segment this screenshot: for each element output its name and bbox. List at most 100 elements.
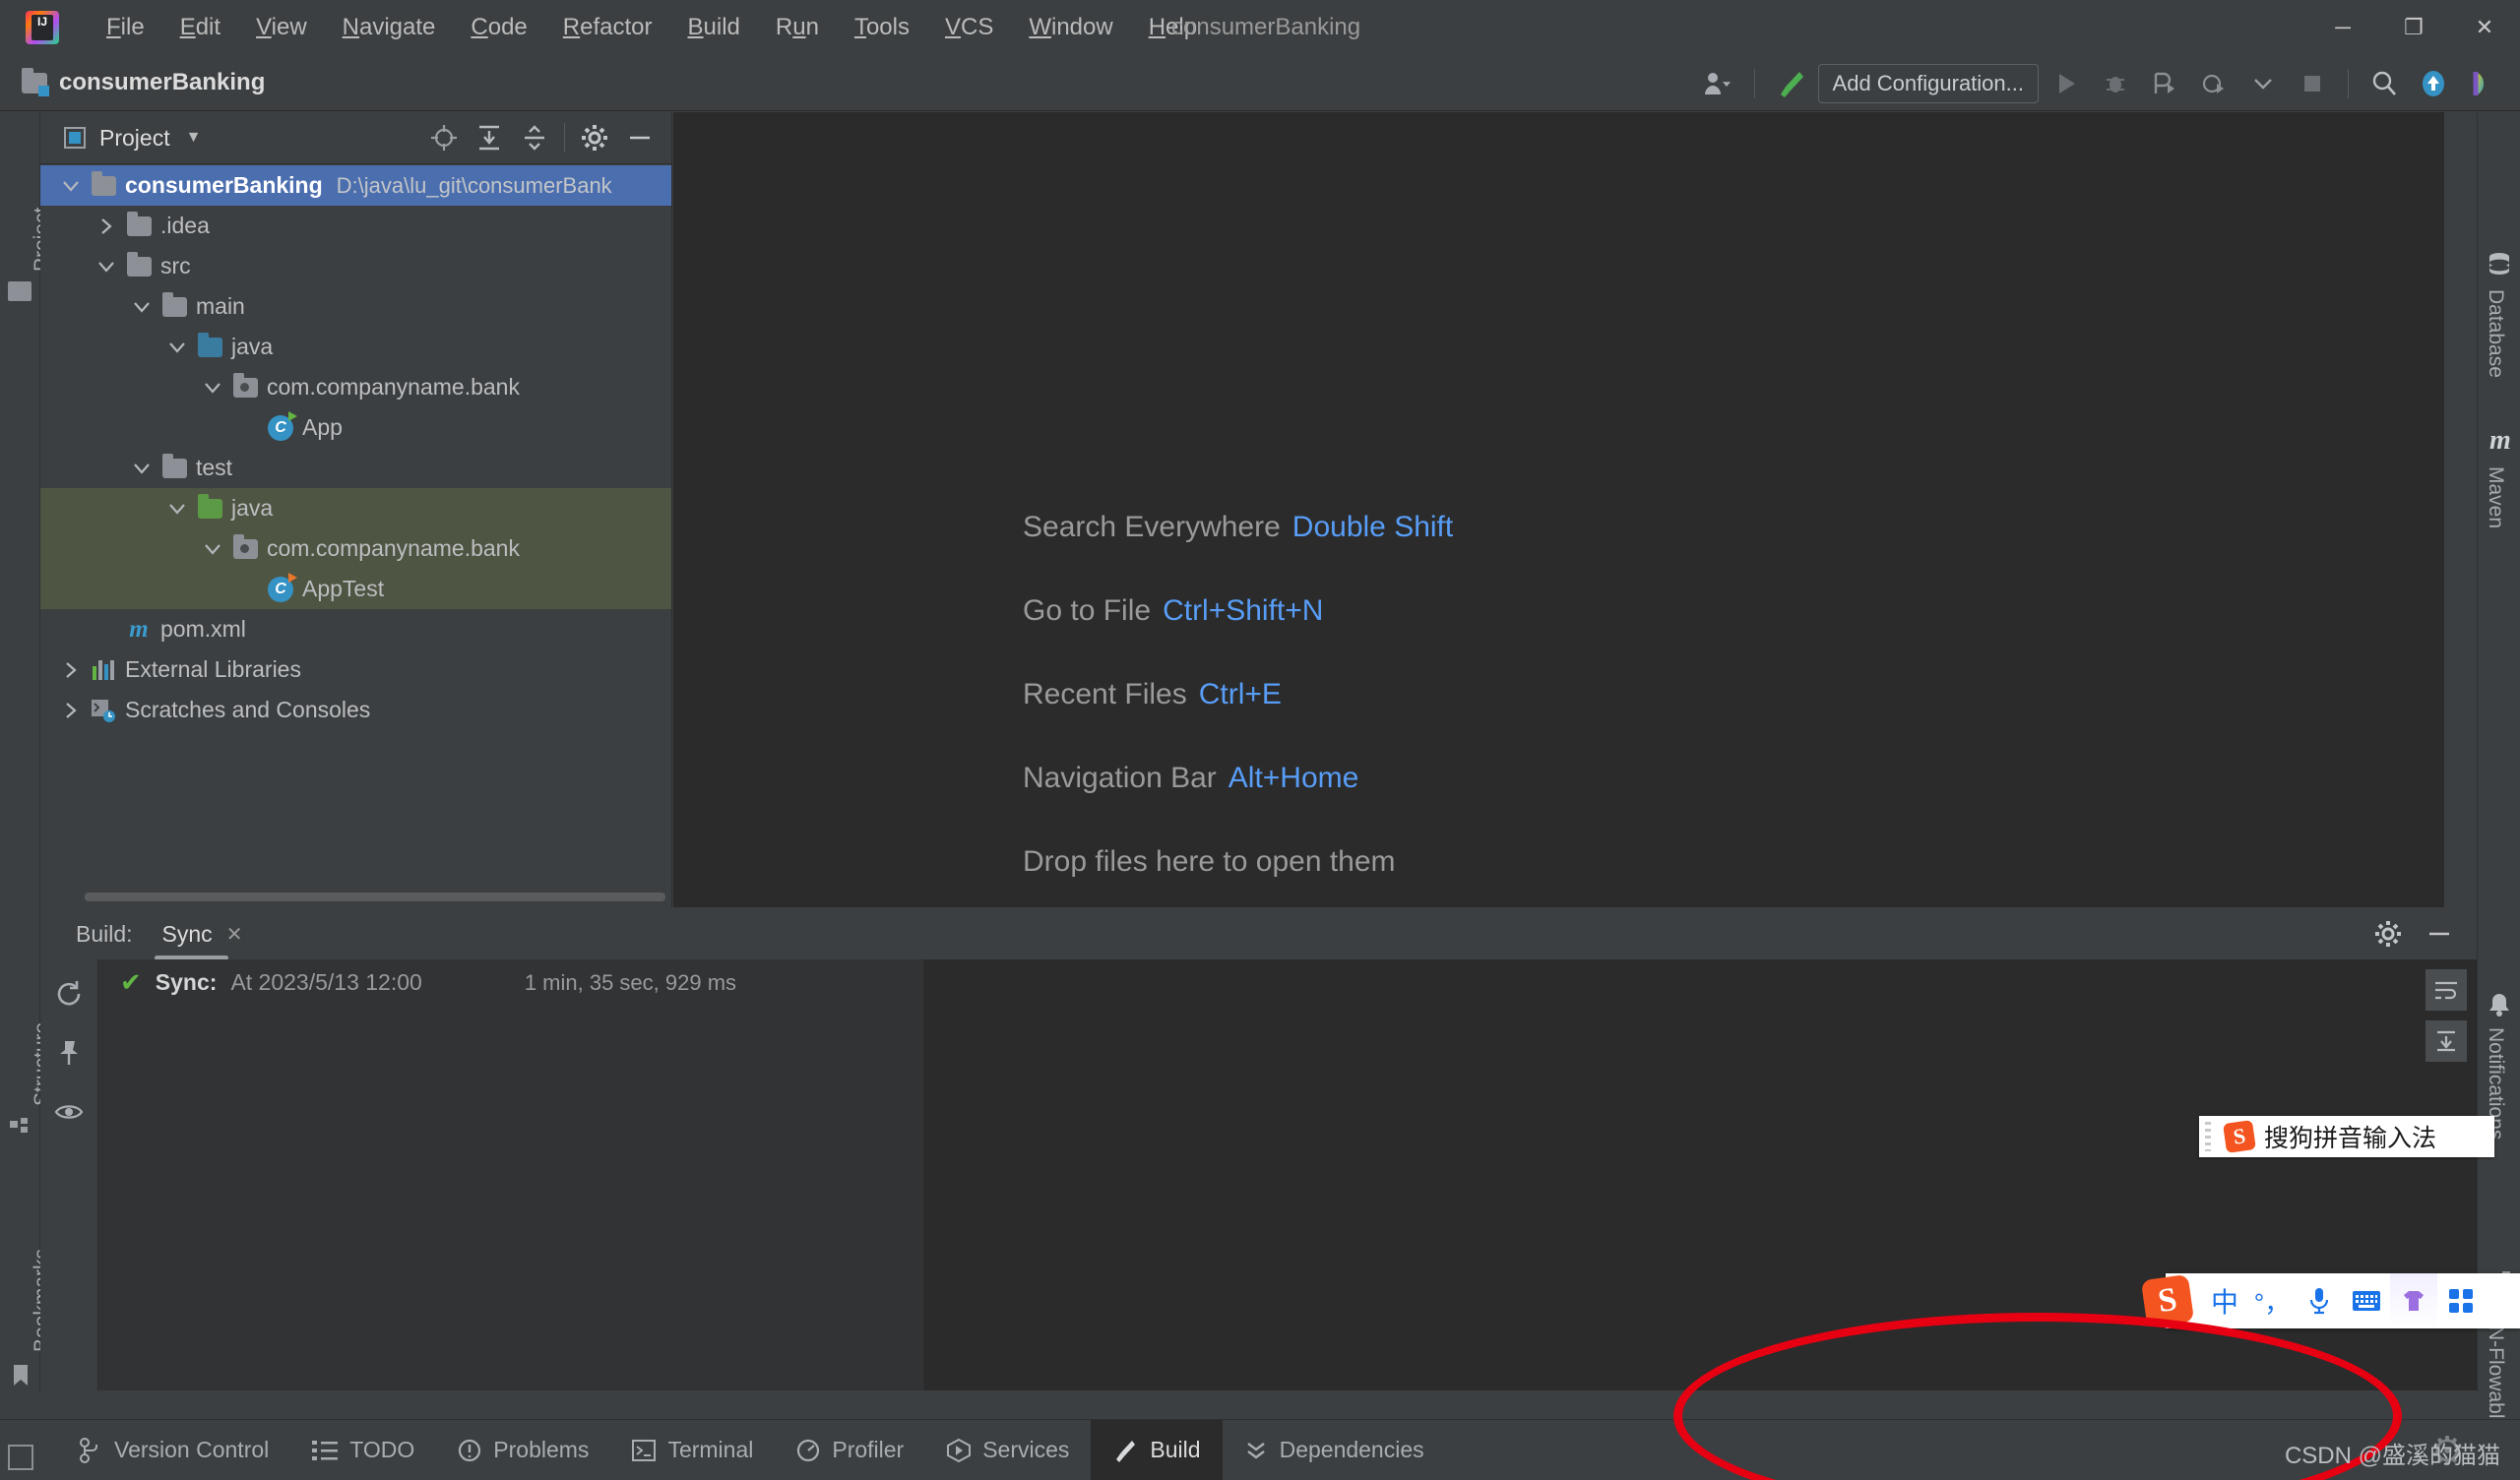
status-bar-item-services[interactable]: Services bbox=[925, 1420, 1091, 1480]
tree-node-main[interactable]: main bbox=[40, 286, 671, 327]
editor-area[interactable]: Search Everywhere Double Shift Go to File C… bbox=[673, 112, 2444, 907]
profile-icon[interactable] bbox=[2192, 62, 2236, 105]
update-project-icon[interactable] bbox=[2412, 62, 2455, 105]
project-icon bbox=[8, 281, 32, 301]
menu-item-edit[interactable]: Edit bbox=[162, 10, 238, 45]
bell-icon bbox=[2488, 992, 2511, 1022]
maximize-button[interactable]: ❐ bbox=[2378, 0, 2449, 54]
menu-item-refactor[interactable]: Refactor bbox=[545, 10, 670, 45]
tree-node-scratches-and-consoles[interactable]: Scratches and Consoles bbox=[40, 690, 671, 730]
build-tab-sync[interactable]: Sync ✕ bbox=[154, 921, 243, 960]
navigation-bar-project[interactable]: consumerBanking bbox=[22, 67, 265, 96]
user-dropdown-icon[interactable] bbox=[1697, 62, 1740, 105]
sogou-logo-icon[interactable]: S bbox=[2140, 1273, 2195, 1328]
status-bar-item-profiler[interactable]: Profiler bbox=[775, 1420, 925, 1480]
scroll-to-end-icon[interactable] bbox=[2426, 1020, 2467, 1062]
menu-button[interactable] bbox=[2437, 1273, 2485, 1328]
chinese-english-toggle[interactable]: 中 bbox=[2201, 1273, 2248, 1328]
rerun-icon[interactable] bbox=[52, 977, 86, 1011]
tree-node-com-companyname-bank[interactable]: com.companyname.bank bbox=[40, 367, 671, 407]
close-button[interactable]: ✕ bbox=[2449, 0, 2520, 54]
sidebar-item-maven[interactable]: Maven bbox=[2484, 466, 2507, 528]
tree-node-java[interactable]: java bbox=[40, 327, 671, 367]
project-tree-hscrollbar[interactable] bbox=[85, 893, 665, 901]
chevron-down-icon[interactable] bbox=[160, 340, 194, 354]
chevron-down-icon[interactable] bbox=[125, 300, 158, 314]
tree-node-consumerbanking[interactable]: consumerBanking D:\java\lu_git\consumerBa… bbox=[40, 165, 671, 206]
tree-node-com-companyname-bank[interactable]: com.companyname.bank bbox=[40, 528, 671, 569]
skin-button[interactable] bbox=[2390, 1273, 2437, 1328]
chevron-down-icon[interactable] bbox=[196, 542, 229, 556]
minimize-button[interactable]: ─ bbox=[2307, 0, 2378, 54]
status-bar-item-build[interactable]: Build bbox=[1091, 1419, 1223, 1480]
ime-drag-handle[interactable] bbox=[2205, 1122, 2211, 1151]
tree-node-pom-xml[interactable]: m pom.xml bbox=[40, 609, 671, 649]
project-tree[interactable]: consumerBanking D:\java\lu_git\consumerBa… bbox=[40, 165, 671, 882]
menu-item-vcs[interactable]: VCS bbox=[927, 10, 1011, 45]
chevron-down-icon[interactable] bbox=[2241, 62, 2285, 105]
status-bar-item-problems[interactable]: Problems bbox=[436, 1420, 610, 1480]
chevron-right-icon[interactable] bbox=[54, 701, 88, 720]
collapse-all-icon[interactable] bbox=[517, 120, 552, 155]
run-icon[interactable] bbox=[2045, 62, 2088, 105]
tree-node-src[interactable]: src bbox=[40, 246, 671, 286]
tree-node-app[interactable]: C App bbox=[40, 407, 671, 448]
expand-all-icon[interactable] bbox=[472, 120, 507, 155]
run-coverage-icon[interactable] bbox=[2143, 62, 2186, 105]
tree-node-java[interactable]: java bbox=[40, 488, 671, 528]
search-icon[interactable] bbox=[2362, 62, 2406, 105]
close-icon[interactable]: ✕ bbox=[226, 922, 243, 947]
tree-node-label: External Libraries bbox=[125, 656, 301, 682]
soft-keyboard-button[interactable] bbox=[2343, 1273, 2390, 1328]
chevron-down-icon[interactable] bbox=[125, 462, 158, 475]
folder-icon bbox=[158, 453, 190, 478]
hint-label: Go to File bbox=[1023, 594, 1152, 627]
menu-item-view[interactable]: View bbox=[238, 10, 325, 45]
chevron-down-icon[interactable] bbox=[160, 502, 194, 516]
menu-item-file[interactable]: File bbox=[89, 10, 162, 45]
settings-gear-icon[interactable] bbox=[2370, 916, 2406, 952]
tree-node-external-libraries[interactable]: External Libraries bbox=[40, 649, 671, 690]
status-bar-corner-icon[interactable] bbox=[8, 1445, 33, 1470]
stop-icon[interactable] bbox=[2291, 62, 2334, 105]
voice-input-button[interactable] bbox=[2296, 1273, 2343, 1328]
menu-item-window[interactable]: Window bbox=[1011, 10, 1130, 45]
locate-icon[interactable] bbox=[426, 120, 462, 155]
eye-icon[interactable] bbox=[52, 1095, 86, 1129]
chevron-down-icon[interactable]: ▼ bbox=[186, 129, 202, 147]
chevron-right-icon[interactable] bbox=[54, 660, 88, 680]
hide-icon[interactable] bbox=[622, 120, 658, 155]
debug-icon[interactable] bbox=[2094, 62, 2137, 105]
status-bar-item-version-control[interactable]: Version Control bbox=[57, 1420, 290, 1480]
status-bar-item-dependencies[interactable]: Dependencies bbox=[1223, 1420, 1446, 1480]
build-event-row[interactable]: ✔ Sync: At 2023/5/13 12:00 1 min, 35 sec… bbox=[98, 959, 923, 1006]
tree-node--idea[interactable]: .idea bbox=[40, 206, 671, 246]
punctuation-toggle[interactable]: °， bbox=[2248, 1273, 2296, 1328]
sidebar-item-database[interactable]: Database bbox=[2484, 289, 2507, 378]
hint-label: Drop files here to open them bbox=[1023, 845, 1396, 878]
pin-icon[interactable] bbox=[52, 1036, 86, 1070]
chevron-down-icon[interactable] bbox=[196, 381, 229, 395]
build-hammer-icon[interactable] bbox=[1769, 62, 1812, 105]
build-events-tree[interactable]: ✔ Sync: At 2023/5/13 12:00 1 min, 35 sec… bbox=[97, 959, 924, 1390]
status-bar-item-terminal[interactable]: Terminal bbox=[610, 1420, 775, 1480]
menu-item-build[interactable]: Build bbox=[670, 10, 758, 45]
tree-node-apptest[interactable]: C AppTest bbox=[40, 569, 671, 609]
watermark-label: CSDN @盛溪的猫猫 bbox=[2284, 1443, 2500, 1469]
sogou-logo-icon: S bbox=[2223, 1120, 2256, 1153]
menu-item-navigate[interactable]: Navigate bbox=[325, 10, 454, 45]
add-configuration-button[interactable]: Add Configuration... bbox=[1817, 63, 2039, 103]
chevron-down-icon[interactable] bbox=[90, 260, 123, 274]
menu-item-code[interactable]: Code bbox=[453, 10, 544, 45]
test-source-root-folder-icon bbox=[194, 493, 225, 519]
idea-feature-icon[interactable] bbox=[2461, 62, 2504, 105]
menu-item-tools[interactable]: Tools bbox=[837, 10, 927, 45]
settings-gear-icon[interactable] bbox=[577, 120, 612, 155]
hide-icon[interactable] bbox=[2422, 916, 2457, 952]
chevron-down-icon[interactable] bbox=[54, 179, 88, 193]
soft-wrap-icon[interactable] bbox=[2426, 969, 2467, 1011]
tree-node-test[interactable]: test bbox=[40, 448, 671, 488]
menu-item-run[interactable]: Run bbox=[758, 10, 837, 45]
chevron-right-icon[interactable] bbox=[90, 216, 123, 236]
status-bar-item-todo[interactable]: TODO bbox=[290, 1420, 436, 1480]
